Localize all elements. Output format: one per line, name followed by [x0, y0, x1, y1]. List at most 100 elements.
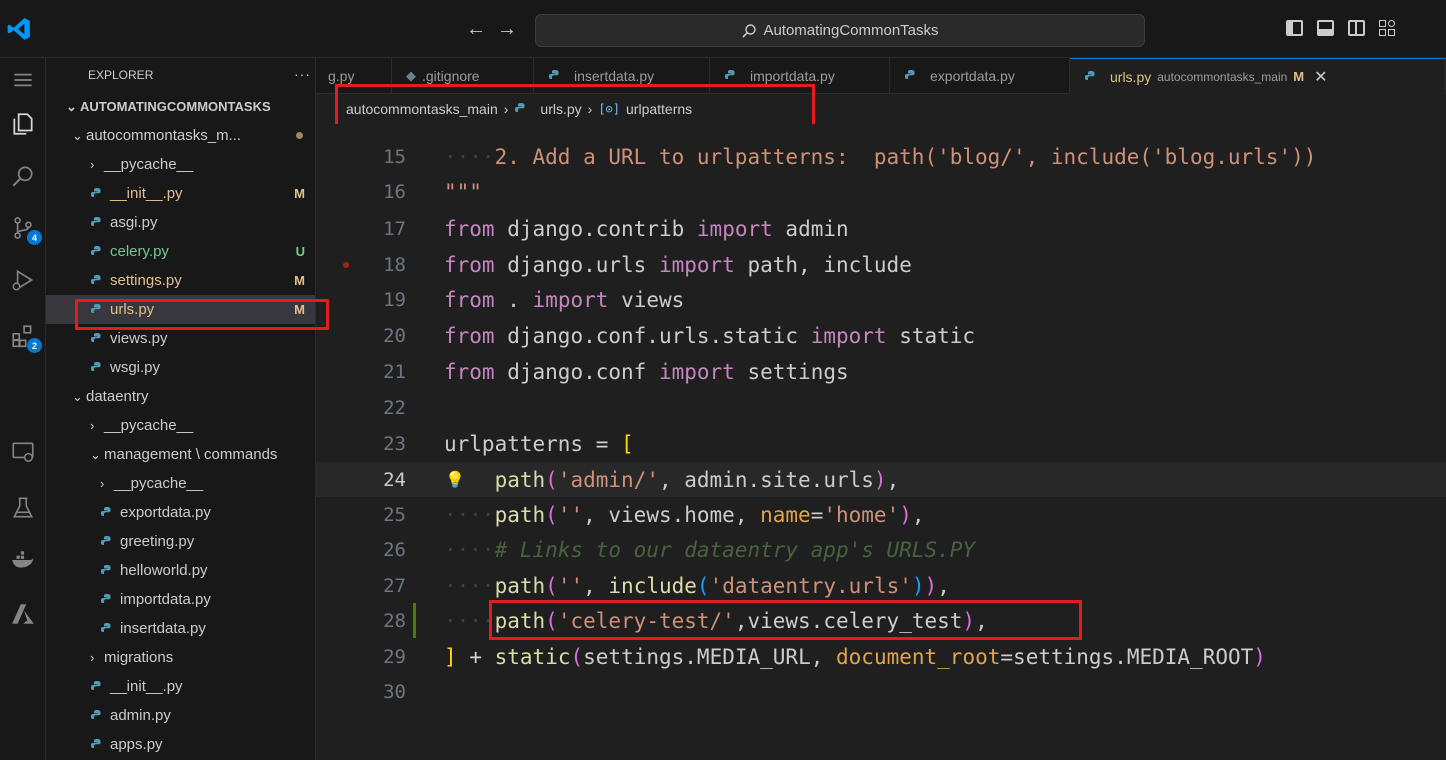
- forward-arrow-icon[interactable]: →: [497, 18, 517, 41]
- chevron-down-icon: ⌄: [72, 127, 83, 143]
- line-number: 17: [383, 217, 406, 240]
- tab-modified-badge: M: [1293, 69, 1305, 84]
- run-debug-icon[interactable]: [0, 258, 46, 302]
- keyword: import: [532, 287, 609, 312]
- docstring-end: """: [444, 179, 482, 204]
- toggle-panel-icon[interactable]: [1317, 20, 1334, 36]
- python-file-icon: [1084, 70, 1098, 84]
- keyword: from: [444, 287, 495, 312]
- python-file-icon: [90, 738, 104, 752]
- code-text: from django.conf.urls.static import stat…: [444, 324, 975, 348]
- chevron-right-icon: ›: [100, 476, 105, 491]
- tree-folder[interactable]: › __pycache__: [46, 411, 315, 440]
- source-control-icon[interactable]: 4: [0, 206, 46, 250]
- code-line: 22: [316, 390, 1446, 425]
- close-tab-icon[interactable]: ✕: [1314, 67, 1327, 87]
- import-name: views: [621, 287, 685, 312]
- module-name: django.conf.urls.static: [507, 323, 799, 348]
- tree-file[interactable]: settings.py M: [46, 266, 315, 295]
- customize-layout-icon[interactable]: [1379, 20, 1396, 36]
- tree-folder[interactable]: › __pycache__: [46, 469, 315, 498]
- tree-file[interactable]: importdata.py: [46, 585, 315, 614]
- extensions-icon[interactable]: 2: [0, 314, 46, 358]
- tab-urls-py[interactable]: urls.py autocommontasks_main M ✕: [1070, 58, 1446, 94]
- tab-exportdata[interactable]: exportdata.py: [890, 58, 1070, 94]
- line-number: 21: [383, 360, 406, 383]
- tab-label: insertdata.py: [574, 68, 655, 84]
- extensions-badge: 2: [27, 338, 42, 353]
- command-center-search[interactable]: AutomatingCommonTasks: [535, 14, 1145, 47]
- tree-file[interactable]: __init__.py M: [46, 179, 315, 208]
- search-view-icon[interactable]: [0, 154, 46, 198]
- testing-flask-icon[interactable]: [0, 486, 46, 530]
- chevron-right-icon: ›: [90, 157, 95, 172]
- python-file-icon: [904, 69, 918, 83]
- line-number: 18: [383, 253, 406, 276]
- tree-file[interactable]: apps.py: [46, 730, 315, 759]
- tree-folder[interactable]: ⌄ dataentry: [46, 382, 315, 411]
- back-arrow-icon[interactable]: ←: [466, 18, 486, 41]
- menu-icon[interactable]: [0, 58, 46, 102]
- keyword-arg: name: [760, 502, 811, 527]
- tree-item-label: migrations: [104, 649, 174, 666]
- code-args: settings.MEDIA_URL,: [583, 644, 837, 669]
- code-editor[interactable]: 15 ····2. Add a URL to urlpatterns: path…: [316, 124, 1446, 760]
- code-text: ····# Links to our dataentry app's URLS.…: [444, 537, 976, 562]
- import-name: path, include: [747, 252, 912, 277]
- tree-file[interactable]: admin.py: [46, 701, 315, 730]
- breakpoint-dot-icon[interactable]: [343, 262, 349, 268]
- tree-folder[interactable]: › __pycache__: [46, 150, 315, 179]
- module-name: django.contrib: [507, 216, 685, 241]
- line-number: 30: [383, 680, 406, 703]
- python-file-icon: [100, 622, 114, 636]
- code-args: , views.home,: [583, 502, 761, 527]
- code-args: settings.MEDIA_ROOT: [1013, 644, 1254, 669]
- tree-folder[interactable]: ⌄ management \ commands: [46, 440, 315, 469]
- vscode-logo-icon[interactable]: [6, 16, 32, 42]
- python-file-icon: [90, 361, 104, 375]
- string: '': [557, 502, 584, 527]
- code-line: 19 from . import views: [316, 282, 1446, 317]
- function-name: include: [608, 573, 697, 598]
- command-center-text: AutomatingCommonTasks: [763, 22, 939, 39]
- tree-item-label: management \ commands: [104, 446, 278, 463]
- code-line: 21 from django.conf import settings: [316, 354, 1446, 389]
- tree-file[interactable]: insertdata.py: [46, 614, 315, 643]
- tree-item-label: insertdata.py: [120, 620, 206, 637]
- tab-label: g.py: [328, 68, 355, 84]
- tree-file[interactable]: asgi.py: [46, 208, 315, 237]
- tree-item-label: exportdata.py: [120, 504, 211, 521]
- tree-file[interactable]: celery.py U: [46, 237, 315, 266]
- keyword: from: [444, 359, 495, 384]
- python-file-icon: [100, 564, 114, 578]
- python-file-icon: [548, 69, 562, 83]
- tree-item-label: __init__.py: [110, 678, 183, 695]
- tree-folder[interactable]: › migrations: [46, 643, 315, 672]
- tree-file[interactable]: __init__.py: [46, 672, 315, 701]
- workspace-root[interactable]: ⌄ AUTOMATINGCOMMONTASKS: [46, 92, 315, 121]
- line-number: 15: [383, 145, 406, 168]
- more-actions-icon[interactable]: ···: [294, 66, 311, 82]
- tree-folder[interactable]: ⌄ autocommontasks_m...: [46, 121, 315, 150]
- python-file-icon: [90, 216, 104, 230]
- toggle-primary-sidebar-icon[interactable]: [1286, 20, 1303, 36]
- code-text: ····path('', views.home, name='home'),: [444, 502, 925, 527]
- gitignore-icon: ◆: [406, 68, 416, 83]
- tree-file[interactable]: wsgi.py: [46, 353, 315, 382]
- git-status-badge: M: [294, 273, 305, 288]
- toggle-secondary-sidebar-icon[interactable]: [1348, 20, 1365, 36]
- string: '': [557, 573, 584, 598]
- variable-name: urlpatterns: [444, 431, 584, 456]
- remote-explorer-icon[interactable]: [0, 430, 46, 474]
- tree-file[interactable]: greeting.py: [46, 527, 315, 556]
- tree-file[interactable]: helloworld.py: [46, 556, 315, 585]
- python-file-icon: [724, 69, 738, 83]
- import-name: settings: [747, 359, 849, 384]
- azure-icon[interactable]: [0, 592, 46, 636]
- tree-item-label: greeting.py: [120, 533, 195, 550]
- tree-file[interactable]: exportdata.py: [46, 498, 315, 527]
- docker-icon[interactable]: [0, 538, 46, 582]
- function-name: path: [494, 573, 546, 598]
- code-text: ····2. Add a URL to urlpatterns: path('b…: [444, 144, 1317, 169]
- explorer-icon[interactable]: [0, 102, 46, 146]
